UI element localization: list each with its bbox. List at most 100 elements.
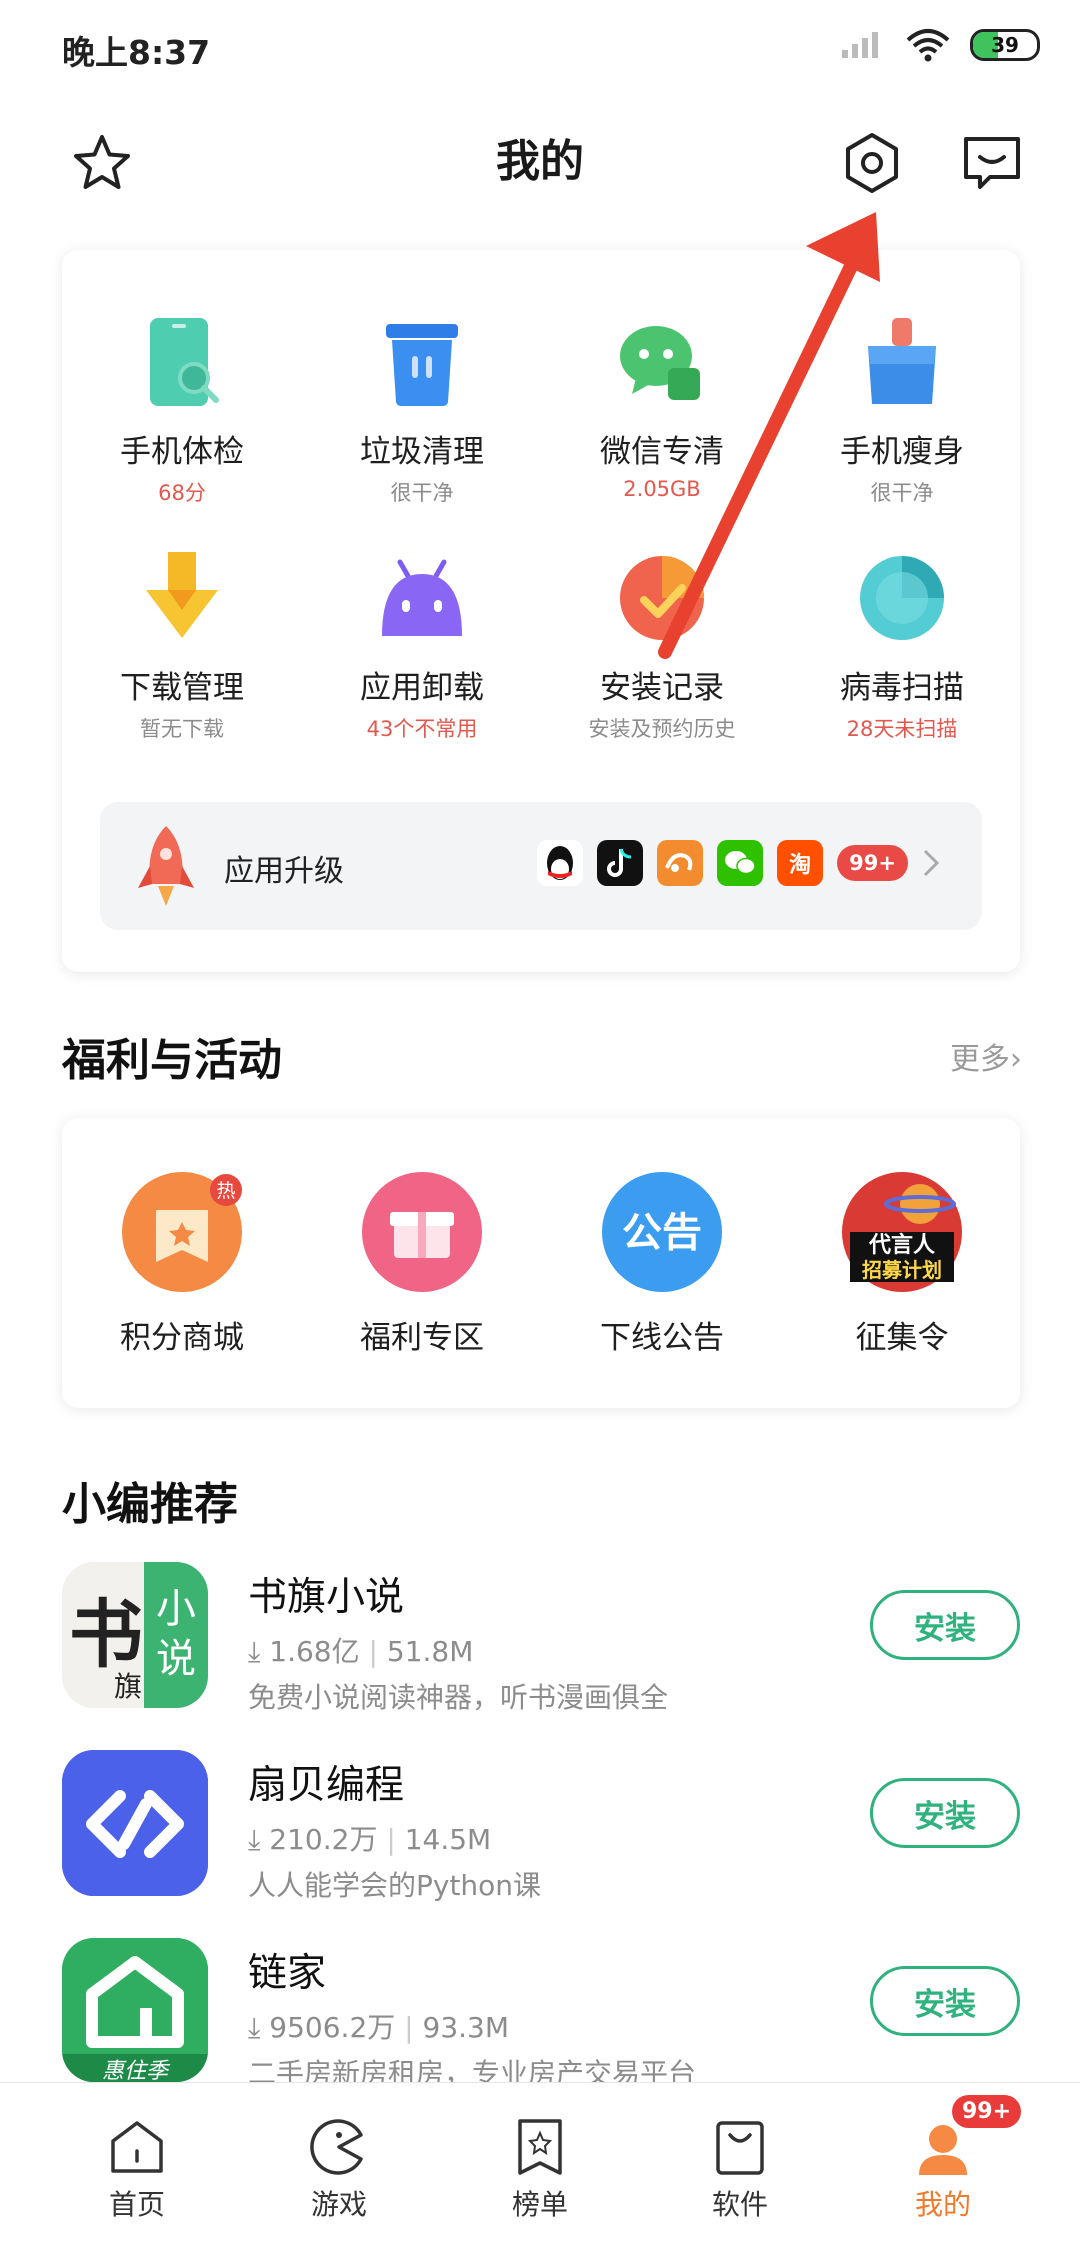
announcement-text: 公告 bbox=[622, 1210, 702, 1256]
android-icon bbox=[382, 559, 462, 636]
announcement-icon: 公告 bbox=[602, 1172, 722, 1292]
tool-name: 安装记录 bbox=[600, 670, 724, 706]
game-icon bbox=[310, 2119, 363, 2175]
wechat-icon bbox=[717, 840, 764, 886]
icon-glyph-sub2: 说 bbox=[156, 1636, 196, 1682]
recommend-section-title: 小编推荐 bbox=[62, 1479, 238, 1530]
status-time: 晚上8:37 bbox=[62, 33, 211, 72]
bottom-navigation: 首页 游戏 榜单 软件 99+ 我的 bbox=[0, 2082, 1080, 2248]
install-history-icon bbox=[620, 556, 704, 640]
page-header: 我的 bbox=[0, 105, 1080, 215]
gift-icon bbox=[362, 1172, 482, 1292]
app-description: 免费小说阅读神器，听书漫画俱全 bbox=[248, 1681, 669, 1714]
tool-wechat-clean[interactable]: 微信专清 2.05GB bbox=[542, 312, 782, 501]
trash-icon bbox=[386, 324, 458, 406]
app-size: 51.8M bbox=[386, 1635, 474, 1668]
welfare-more-link[interactable]: 更多› bbox=[950, 1034, 1022, 1078]
tools-card: 手机体检 68分 垃圾清理 很干净 微信专清 2.05GB 手机瘦身 很干净 下… bbox=[62, 250, 1020, 972]
settings-button[interactable] bbox=[832, 123, 912, 203]
recruit-text-1: 代言人 bbox=[868, 1232, 935, 1258]
tool-sub: 68分 bbox=[158, 481, 206, 505]
tool-phone-slim[interactable]: 手机瘦身 很干净 bbox=[782, 312, 1022, 507]
welfare-name: 征集令 bbox=[855, 1320, 949, 1356]
icon-glyph-sub1: 小 bbox=[156, 1586, 196, 1632]
meta-divider: | bbox=[377, 1823, 405, 1856]
upgrade-label: 应用升级 bbox=[224, 854, 344, 889]
douyin-icon bbox=[597, 840, 644, 886]
nav-profile[interactable]: 99+ 我的 bbox=[868, 2095, 1022, 2223]
recruit-text-2: 招募计划 bbox=[862, 1258, 942, 1282]
welfare-benefits-zone[interactable]: 福利专区 bbox=[302, 1170, 542, 1357]
home-icon bbox=[111, 2121, 163, 2173]
tool-trash-clean[interactable]: 垃圾清理 很干净 bbox=[302, 312, 542, 507]
page-title: 我的 bbox=[496, 136, 584, 187]
tool-virus-scan[interactable]: 病毒扫描 28天未扫描 bbox=[782, 548, 1022, 743]
tool-name: 微信专清 bbox=[600, 434, 724, 470]
nav-label: 我的 bbox=[914, 2188, 971, 2221]
list-item-app[interactable]: 扇贝编程 ⤓ 210.2万 | 14.5M 人人能学会的Python课 安装 bbox=[62, 1750, 1020, 1910]
nav-software[interactable]: 软件 bbox=[665, 2117, 815, 2223]
welfare-name: 福利专区 bbox=[360, 1320, 484, 1356]
uc-icon bbox=[657, 840, 704, 886]
app-size: 14.5M bbox=[404, 1823, 492, 1856]
points-mall-icon: 热 bbox=[122, 1172, 242, 1292]
chevron-right-icon bbox=[923, 849, 940, 877]
tool-sub: 很干净 bbox=[390, 481, 454, 505]
app-downloads: 210.2万 bbox=[269, 1823, 378, 1856]
app-meta: ⤓ 9506.2万 | 93.3M bbox=[248, 2006, 509, 2046]
wechat-clean-icon bbox=[620, 326, 700, 400]
tool-name: 垃圾清理 bbox=[360, 434, 484, 470]
battery-level: 39 bbox=[991, 33, 1019, 57]
download-icon bbox=[146, 552, 218, 638]
taobao-icon: 淘 bbox=[777, 840, 824, 886]
software-bag-icon bbox=[716, 2121, 764, 2175]
upgrade-count-badge: 99+ bbox=[837, 845, 908, 881]
nav-ranking[interactable]: 榜单 bbox=[465, 2117, 615, 2223]
nav-home[interactable]: 首页 bbox=[62, 2117, 212, 2223]
welfare-card: 热 积分商城 福利专区 公告 下线公告 代言人 招募计划 征集令 bbox=[62, 1118, 1020, 1408]
tool-download-manager[interactable]: 下载管理 暂无下载 bbox=[62, 548, 302, 743]
meta-divider: | bbox=[359, 1635, 387, 1668]
tool-sub: 很干净 bbox=[870, 481, 934, 505]
welfare-points-mall[interactable]: 热 积分商城 bbox=[62, 1170, 302, 1357]
messages-button[interactable] bbox=[952, 123, 1032, 203]
brush-icon bbox=[868, 318, 936, 404]
install-button[interactable]: 安装 bbox=[870, 1590, 1020, 1660]
download-arrow-icon: ⤓ bbox=[248, 1635, 270, 1668]
download-arrow-icon: ⤓ bbox=[248, 1823, 270, 1856]
app-downloads: 1.68亿 bbox=[269, 1635, 360, 1668]
list-item-app[interactable]: 惠住季 链家 ⤓ 9506.2万 | 93.3M 二手房新房租房，专业房产交易平… bbox=[62, 1938, 1020, 2098]
app-upgrade-bar[interactable]: 应用升级 淘 99+ bbox=[100, 802, 982, 930]
upgrade-app-icons: 淘 99+ bbox=[537, 840, 940, 886]
more-link-label: 更多 bbox=[950, 1042, 1010, 1077]
install-button[interactable]: 安装 bbox=[870, 1966, 1020, 2036]
recruit-icon: 代言人 招募计划 bbox=[842, 1172, 962, 1292]
hot-badge: 热 bbox=[216, 1180, 235, 1202]
welfare-section-title: 福利与活动 bbox=[62, 1035, 282, 1086]
wifi-icon bbox=[906, 29, 950, 62]
phone-check-icon bbox=[150, 318, 219, 406]
shanbei-app-icon bbox=[62, 1750, 208, 1896]
app-name: 书旗小说 bbox=[248, 1575, 405, 1620]
tool-sub: 43个不常用 bbox=[366, 717, 478, 741]
tool-app-uninstall[interactable]: 应用卸载 43个不常用 bbox=[302, 548, 542, 743]
tool-name: 下载管理 bbox=[120, 670, 244, 706]
status-icons: 39 bbox=[840, 28, 1040, 62]
tool-sub: 暂无下载 bbox=[140, 717, 224, 741]
list-item-app[interactable]: 书 小 说 旗 书旗小说 ⤓ 1.68亿 | 51.8M 免费小说阅读神器，听书… bbox=[62, 1562, 1020, 1722]
qq-icon bbox=[537, 840, 584, 886]
install-button[interactable]: 安装 bbox=[870, 1778, 1020, 1848]
tool-phone-check[interactable]: 手机体检 68分 bbox=[62, 312, 302, 507]
cell-signal-icon bbox=[842, 32, 878, 58]
download-arrow-icon: ⤓ bbox=[248, 2011, 270, 2044]
nav-games[interactable]: 游戏 bbox=[264, 2117, 414, 2223]
welfare-offline-notice[interactable]: 公告 下线公告 bbox=[542, 1170, 782, 1357]
app-meta: ⤓ 1.68亿 | 51.8M bbox=[248, 1630, 473, 1670]
app-size: 93.3M bbox=[422, 2011, 510, 2044]
app-name: 链家 bbox=[248, 1951, 327, 1996]
tool-name: 病毒扫描 bbox=[840, 670, 964, 706]
meta-divider: | bbox=[395, 2011, 423, 2044]
app-description: 人人能学会的Python课 bbox=[248, 1869, 542, 1902]
welfare-recruit[interactable]: 代言人 招募计划 征集令 bbox=[782, 1170, 1022, 1357]
tool-install-history[interactable]: 安装记录 安装及预约历史 bbox=[542, 548, 782, 743]
